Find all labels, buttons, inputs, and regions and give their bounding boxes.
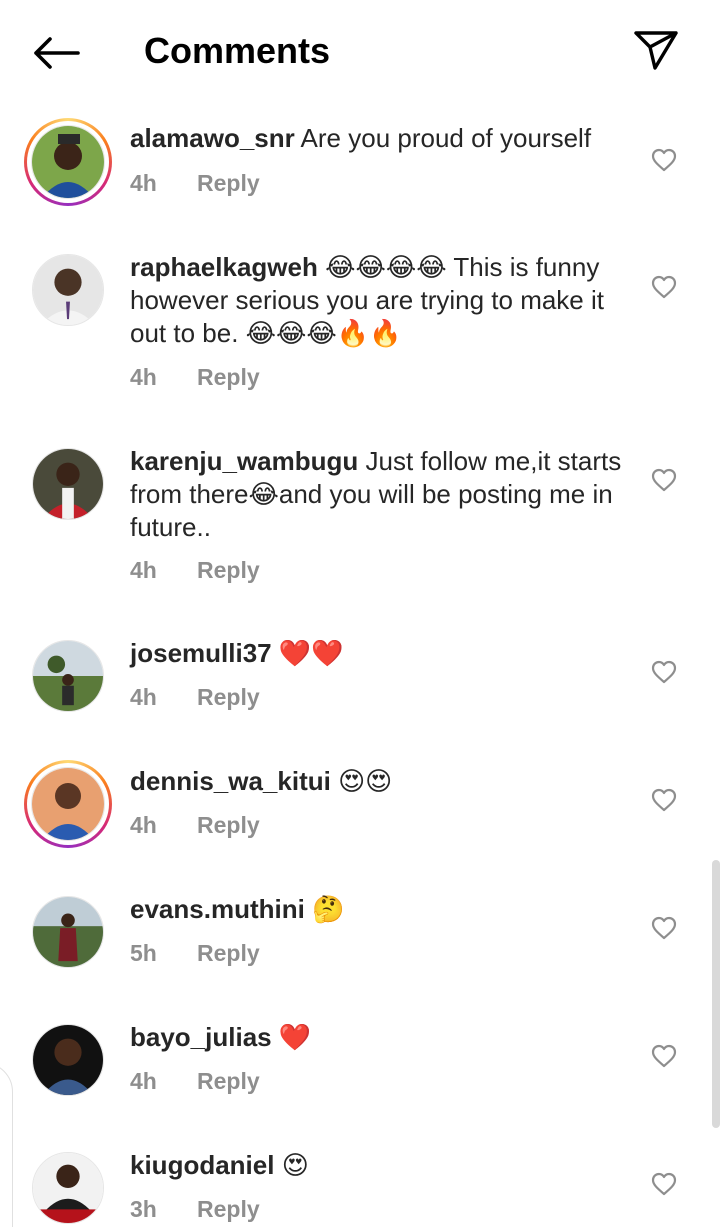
avatar [31,125,105,199]
comment-username[interactable]: kiugodaniel [130,1150,274,1180]
comment-time: 4h [130,812,157,838]
avatar-wrap[interactable] [32,640,104,712]
comment-time: 5h [130,940,157,966]
heart-outline-icon [651,1172,677,1196]
comment-meta: 4h Reply [130,1068,260,1095]
avatar [32,896,104,968]
comment-meta: 4h Reply [130,364,260,391]
comment-username[interactable]: josemulli37 [130,638,272,668]
paper-plane-icon [634,31,678,70]
avatar [32,254,104,326]
avatar-wrap[interactable] [32,1152,104,1224]
floating-panel-edge [0,1062,13,1227]
comment-username[interactable]: dennis_wa_kitui [130,766,331,796]
heart-outline-icon [651,468,677,492]
reply-button[interactable]: Reply [197,557,260,584]
comments-screen: Comments alamawo_snr Are you proud of yo… [0,0,720,1227]
like-button[interactable] [648,1041,680,1071]
like-button[interactable] [648,465,680,495]
comment-time: 4h [130,1068,157,1094]
page-title: Comments [144,30,331,71]
avatar [32,1024,104,1096]
comment-meta: 4h Reply [130,170,260,197]
comment-text: 😍😍 [338,766,393,796]
comment-text: 😍 [281,1150,309,1180]
avatar-wrap[interactable] [32,1024,104,1096]
reply-button[interactable]: Reply [197,1196,260,1223]
avatar-story-ring[interactable] [24,118,112,206]
comment-username[interactable]: bayo_julias [130,1022,272,1052]
reply-button[interactable]: Reply [197,170,260,197]
like-button[interactable] [648,657,680,687]
comment-text: Are you proud of yourself [300,123,592,153]
comment-time: 4h [130,170,157,196]
comment-time: 3h [130,1196,157,1222]
comment-username[interactable]: alamawo_snr [130,123,295,153]
heart-outline-icon [651,916,677,940]
scrollbar[interactable] [712,860,720,1128]
comment-meta: 4h Reply [130,684,260,711]
heart-outline-icon [651,275,677,299]
comment-username[interactable]: raphaelkagweh [130,252,318,282]
heart-outline-icon [651,1044,677,1068]
like-button[interactable] [648,1169,680,1199]
avatar [32,1152,104,1224]
comment-text: ❤️❤️ [278,638,344,668]
like-button[interactable] [648,785,680,815]
comment-time: 4h [130,557,157,583]
comment-meta: 5h Reply [130,940,260,967]
comment-meta: 4h Reply [130,812,260,839]
like-button[interactable] [648,272,680,302]
comment-username[interactable]: karenju_wambugu [130,446,358,476]
avatar [32,640,104,712]
reply-button[interactable]: Reply [197,1068,260,1095]
avatar-wrap[interactable] [32,448,104,520]
avatar-wrap[interactable] [32,896,104,968]
avatar-wrap[interactable] [32,254,104,326]
comment-username[interactable]: evans.muthini [130,894,305,924]
reply-button[interactable]: Reply [197,940,260,967]
avatar [31,767,105,841]
comment-text: ❤️ [278,1022,312,1052]
comment-meta: 4h Reply [130,557,260,584]
like-button[interactable] [648,145,680,175]
reply-button[interactable]: Reply [197,684,260,711]
heart-outline-icon [651,148,677,172]
comment-time: 4h [130,364,157,390]
reply-button[interactable]: Reply [197,364,260,391]
avatar-story-ring[interactable] [24,760,112,848]
like-button[interactable] [648,913,680,943]
header: Comments [0,0,720,100]
back-button[interactable] [26,26,86,80]
comment-text: 🤔 [312,894,345,924]
comment-time: 4h [130,684,157,710]
arrow-left-icon [34,37,80,69]
send-button[interactable] [628,24,684,76]
comment-meta: 3h Reply [130,1196,260,1223]
reply-button[interactable]: Reply [197,812,260,839]
heart-outline-icon [651,788,677,812]
heart-outline-icon [651,660,677,684]
avatar [32,448,104,520]
